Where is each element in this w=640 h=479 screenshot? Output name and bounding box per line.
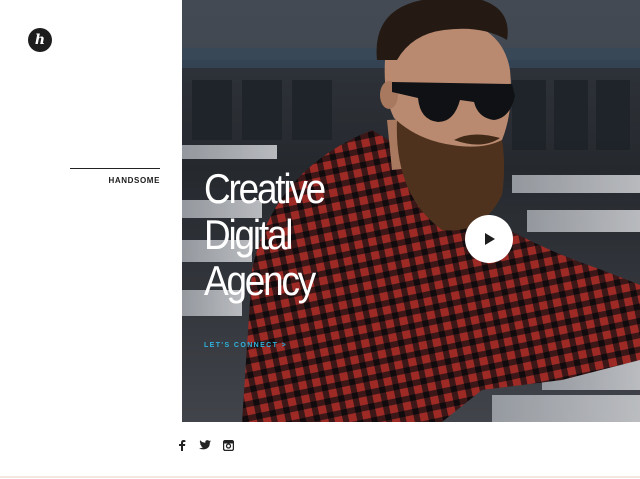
facebook-link[interactable] xyxy=(176,438,188,452)
play-button[interactable] xyxy=(465,215,513,263)
hero-headline: Creative Digital Agency xyxy=(204,165,326,304)
footer-divider xyxy=(0,476,640,478)
brand-logo[interactable]: h xyxy=(28,28,52,52)
headline-line-2: Digital xyxy=(204,211,294,258)
headline-line-3: Agency xyxy=(204,257,316,304)
play-icon xyxy=(485,233,495,245)
sidebar-label: HANDSOME xyxy=(70,168,160,185)
lets-connect-link[interactable]: LET'S CONNECT > xyxy=(204,342,287,349)
facebook-icon xyxy=(179,440,186,451)
twitter-icon xyxy=(199,440,211,450)
headline-line-1: Creative xyxy=(204,165,326,212)
instagram-icon xyxy=(222,439,234,451)
instagram-link[interactable] xyxy=(221,438,235,452)
logo-letter: h xyxy=(34,32,46,48)
twitter-link[interactable] xyxy=(198,438,212,452)
